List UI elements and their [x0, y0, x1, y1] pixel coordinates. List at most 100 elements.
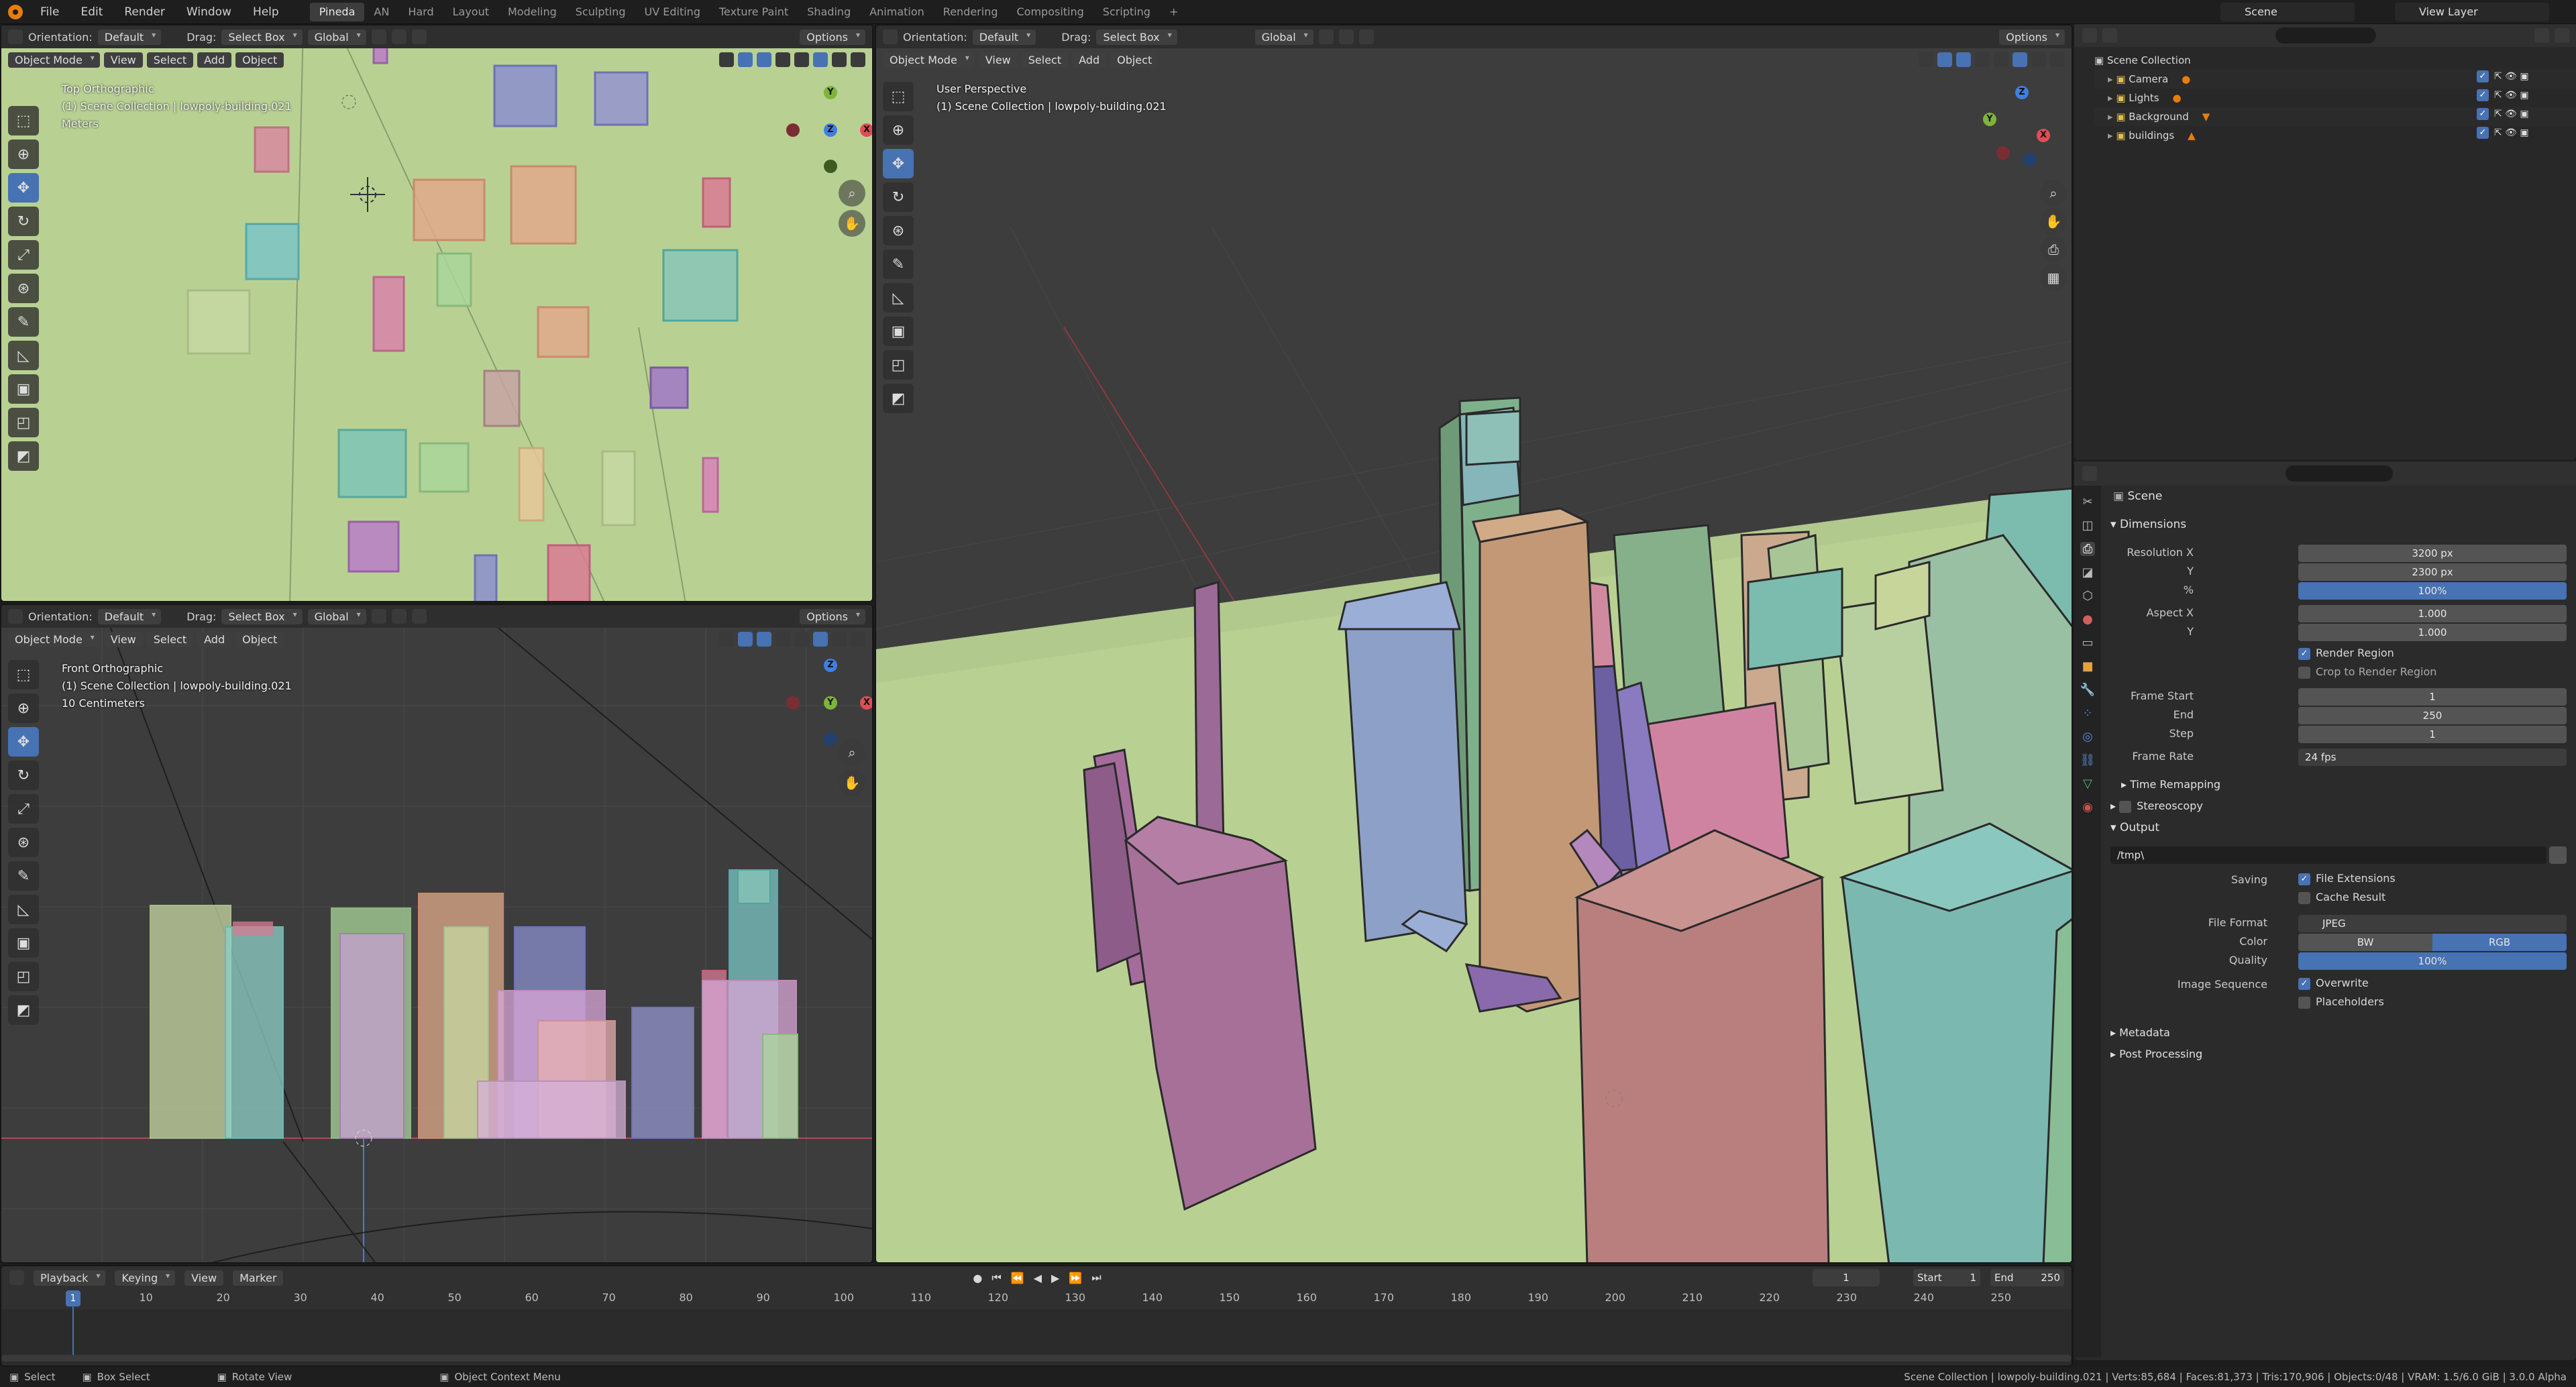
camera-view-icon[interactable]: ⎙ — [2040, 236, 2067, 263]
add-menu[interactable]: Add — [197, 52, 232, 68]
orientation-dropdown[interactable]: Default — [972, 29, 1036, 45]
add-menu[interactable]: Add — [1072, 52, 1107, 68]
options-dropdown[interactable]: Options — [800, 608, 865, 624]
transform-orientation-dropdown[interactable]: Global — [1254, 29, 1313, 45]
zoom-icon[interactable]: ⌕ — [2040, 180, 2067, 207]
options-dropdown[interactable]: Options — [800, 29, 865, 45]
xray-icon[interactable] — [1975, 52, 1990, 67]
tab-pineda[interactable]: Pineda — [309, 2, 365, 21]
overlay-toggle-icon[interactable] — [1956, 52, 1971, 67]
jump-start-icon[interactable]: ⏮ — [991, 1271, 1001, 1284]
select-menu[interactable]: Select — [146, 52, 194, 68]
select-menu[interactable]: Select — [1021, 52, 1069, 68]
tab-modeling[interactable]: Modeling — [498, 3, 566, 21]
end-frame-field[interactable]: End 250 — [1990, 1269, 2064, 1286]
material-tab-icon[interactable]: ◉ — [2082, 800, 2093, 814]
file-extensions-checkbox[interactable]: ✓ File Extensions — [2298, 872, 2396, 885]
gizmo-neg-x-icon[interactable] — [786, 123, 800, 137]
mode-dropdown[interactable]: Object Mode — [8, 52, 100, 68]
overlay-toggle-icon[interactable] — [757, 632, 771, 647]
gizmo-y-icon[interactable]: Y — [824, 696, 837, 710]
shading-material-icon[interactable] — [832, 52, 847, 67]
to-sphere-tool-icon[interactable]: ◩ — [883, 384, 914, 413]
tab-uv-editing[interactable]: UV Editing — [635, 3, 710, 21]
menu-help[interactable]: Help — [242, 0, 290, 24]
proportional-edit-icon[interactable] — [411, 609, 427, 624]
playback-menu[interactable]: Playback — [34, 1270, 106, 1286]
visibility-icon[interactable] — [719, 52, 734, 67]
proportional-edit-icon[interactable] — [411, 30, 427, 44]
zoom-icon[interactable]: ⌕ — [839, 739, 865, 766]
marker-menu[interactable]: Marker — [233, 1270, 284, 1286]
shear-tool-icon[interactable]: ◰ — [8, 962, 39, 991]
cursor-tool-icon[interactable]: ⊕ — [8, 694, 39, 723]
shading-wire-icon[interactable] — [794, 632, 809, 647]
tab-hard[interactable]: Hard — [398, 3, 443, 21]
drag-dropdown[interactable]: Select Box — [221, 29, 303, 45]
frame-start-field[interactable]: 1 — [2298, 688, 2567, 706]
to-sphere-tool-icon[interactable]: ◩ — [8, 441, 39, 471]
editor-type-icon[interactable] — [2082, 28, 2097, 43]
output-path-field[interactable]: /tmp\ — [2110, 846, 2546, 864]
output-panel-header[interactable]: ▾ Output — [2110, 821, 2159, 834]
gizmo-neg-x-icon[interactable] — [786, 696, 800, 710]
stereoscopy-panel[interactable]: ▸ Stereoscopy — [2110, 799, 2203, 813]
move-tool-icon[interactable]: ✥ — [8, 173, 39, 203]
orientation-dropdown[interactable]: Default — [97, 608, 162, 624]
timeline-scrollbar[interactable] — [1, 1355, 2072, 1362]
shading-material-icon[interactable] — [832, 632, 847, 647]
orientation-dropdown[interactable]: Default — [97, 29, 162, 45]
placeholders-checkbox[interactable]: Placeholders — [2298, 995, 2384, 1009]
scale-tool-icon[interactable]: ⤢ — [8, 794, 39, 824]
time-remapping-panel[interactable]: ▸ Time Remapping — [2121, 778, 2220, 791]
render-region-checkbox[interactable]: ✓ Render Region — [2298, 647, 2394, 660]
transform-tool-icon[interactable]: ⊛ — [883, 216, 914, 245]
gizmo-toggle-icon[interactable] — [1937, 52, 1952, 67]
color-bw-button[interactable]: BW — [2298, 934, 2432, 951]
resolution-percentage-slider[interactable]: 100% — [2298, 582, 2567, 600]
play-icon[interactable]: ▶ — [1051, 1272, 1059, 1284]
shading-material-icon[interactable] — [2031, 52, 2046, 67]
post-processing-panel[interactable]: ▸ Post Processing — [2110, 1048, 2202, 1060]
shading-rendered-icon[interactable] — [851, 632, 865, 647]
record-icon[interactable]: ● — [973, 1272, 982, 1284]
xray-icon[interactable] — [775, 52, 790, 67]
shading-solid-icon[interactable] — [813, 632, 828, 647]
view-menu[interactable]: View — [103, 52, 143, 68]
xray-icon[interactable] — [775, 632, 790, 647]
tab-scripting[interactable]: Scripting — [1093, 3, 1160, 21]
display-mode-icon[interactable] — [2102, 28, 2117, 43]
viewport-perspective[interactable]: Orientation: Default Drag: Select Box Gl… — [875, 24, 2073, 1264]
transform-tool-icon[interactable]: ⊛ — [8, 828, 39, 857]
shading-rendered-icon[interactable] — [2050, 52, 2065, 67]
rotate-tool-icon[interactable]: ↻ — [8, 761, 39, 790]
resolution-y-field[interactable]: 2300 px — [2298, 563, 2567, 581]
quality-slider[interactable]: 100% — [2298, 952, 2567, 970]
rotate-tool-icon[interactable]: ↻ — [883, 182, 914, 212]
shading-solid-icon[interactable] — [813, 52, 828, 67]
view-menu[interactable]: View — [103, 631, 143, 647]
properties-search-input[interactable] — [2286, 465, 2393, 482]
measure-tool-icon[interactable]: ◺ — [8, 341, 39, 370]
navigation-gizmo[interactable]: Z Y X — [1983, 86, 2070, 173]
gizmo-neg-x-icon[interactable] — [1996, 146, 2010, 160]
move-tool-icon[interactable]: ✥ — [8, 727, 39, 757]
viewport-top-ortho[interactable]: Orientation: Default Drag: Select Box Gl… — [0, 24, 873, 602]
cursor-tool-icon[interactable]: ⊕ — [883, 115, 914, 145]
menu-edit[interactable]: Edit — [70, 0, 113, 24]
tab-layout[interactable]: Layout — [443, 3, 498, 21]
outliner-search-input[interactable] — [2275, 27, 2376, 44]
drag-dropdown[interactable]: Select Box — [1096, 29, 1177, 45]
ortho-toggle-icon[interactable]: ▦ — [2040, 264, 2067, 291]
shading-solid-icon[interactable] — [2012, 52, 2027, 67]
frame-rate-dropdown[interactable]: 24 fps — [2298, 748, 2567, 766]
menu-window[interactable]: Window — [176, 0, 242, 24]
tab-animation[interactable]: Animation — [860, 3, 934, 21]
data-tab-icon[interactable]: ▽ — [2083, 777, 2092, 791]
shading-rendered-icon[interactable] — [851, 52, 865, 67]
file-format-dropdown[interactable]: JPEG — [2298, 915, 2567, 932]
scene-selector[interactable]: Scene — [2220, 3, 2355, 21]
pan-hand-icon[interactable]: ✋ — [839, 210, 865, 237]
measure-tool-icon[interactable]: ◺ — [8, 895, 39, 924]
add-cube-tool-icon[interactable]: ▣ — [883, 317, 914, 346]
